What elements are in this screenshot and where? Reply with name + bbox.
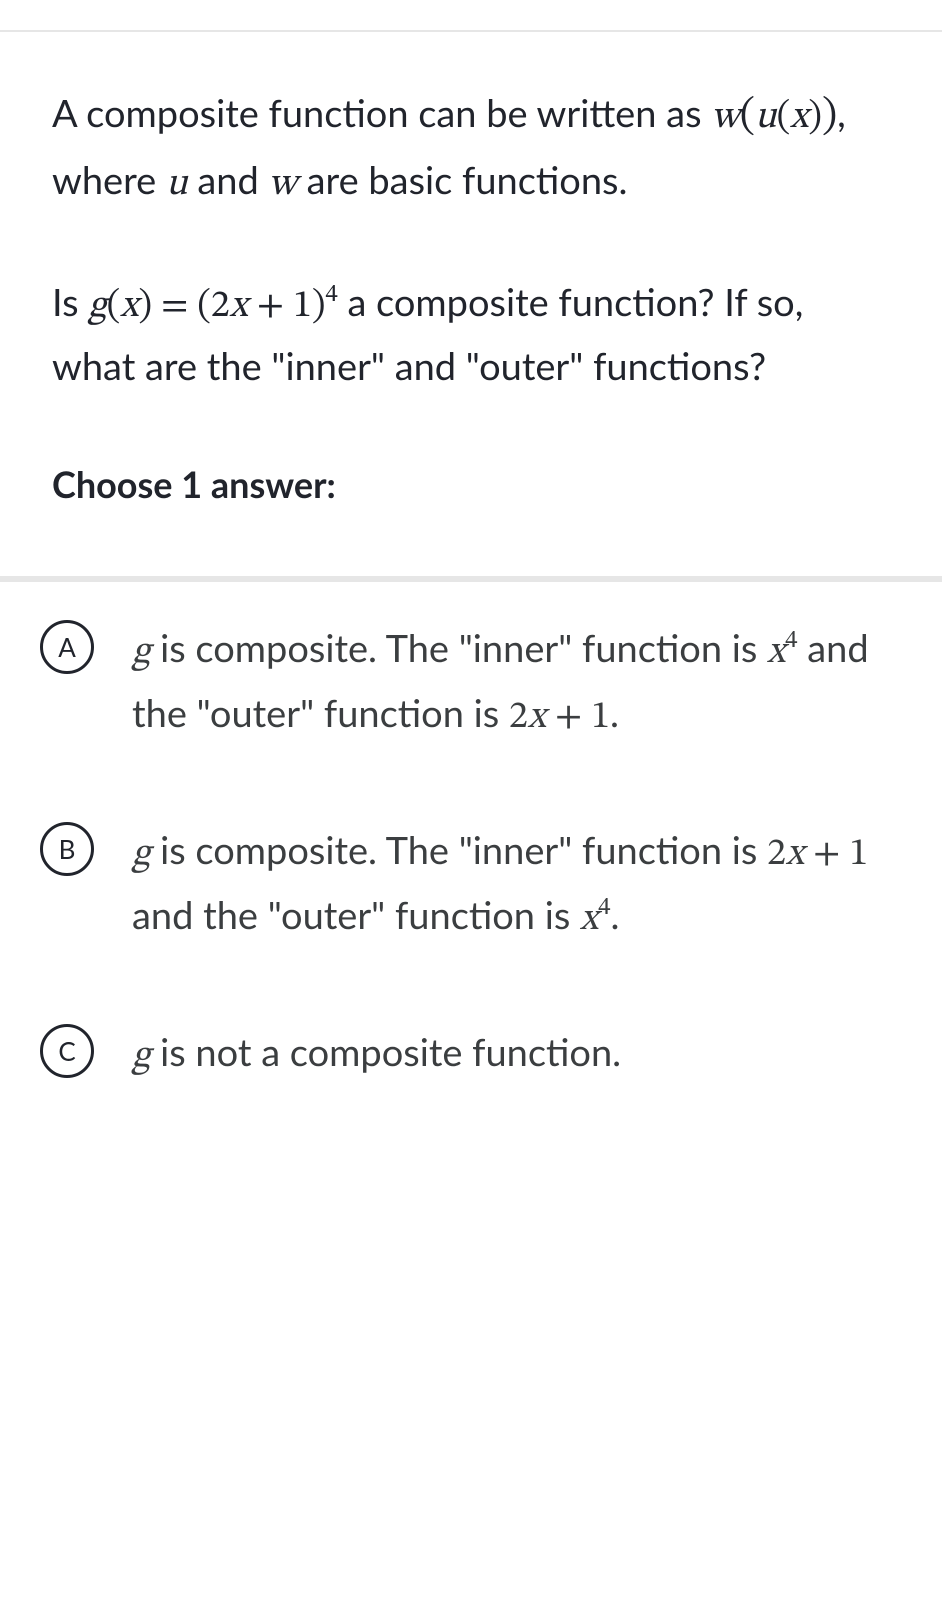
a-1: 1 <box>591 699 610 737</box>
a-g: g <box>132 634 150 672</box>
a-2: 2 <box>509 699 528 737</box>
a-exp: 4 <box>785 628 797 653</box>
b-x2: x <box>580 901 598 939</box>
b-x: x <box>786 836 804 874</box>
q-close2: ) <box>312 288 326 326</box>
b-plus: + <box>804 836 849 874</box>
math-w: w <box>711 99 739 137</box>
q-1: 1 <box>293 288 312 326</box>
radio-a[interactable]: A <box>40 620 94 674</box>
math-paren-open2: ( <box>777 99 791 137</box>
answer-option-c[interactable]: C g is not a composite function. <box>0 986 942 1123</box>
b-g: g <box>132 836 150 874</box>
q-open: ( <box>107 288 121 326</box>
a-t2: is composite. The "inner" function is <box>150 625 767 671</box>
q-text-1: Is <box>52 279 88 325</box>
b-1: 1 <box>849 836 868 874</box>
a-t6: . <box>610 690 619 736</box>
math-paren-open: ( <box>740 96 755 138</box>
prompt-text-3: and <box>188 157 269 203</box>
radio-c[interactable]: C <box>40 1024 94 1078</box>
c-g: g <box>132 1038 150 1076</box>
b-exp: 4 <box>598 895 610 920</box>
answer-a-text: g is composite. The "inner" function is … <box>132 618 902 748</box>
a-x2: x <box>528 699 546 737</box>
answer-c-text: g is not a composite function. <box>132 1022 902 1087</box>
prompt-text-1: A composite function can be written as <box>52 90 711 136</box>
choose-answer-label: Choose 1 answer: <box>52 462 890 506</box>
b-t4: and the "outer" function is <box>132 892 580 938</box>
b-t6: . <box>610 892 619 938</box>
answers-list: A g is composite. The "inner" function i… <box>0 582 942 1123</box>
q-eq: = <box>152 288 197 326</box>
answer-option-a[interactable]: A g is composite. The "inner" function i… <box>0 582 942 784</box>
q-x: x <box>120 288 138 326</box>
question-paragraph: Is g(x) = (2x + 1)4 a composite function… <box>52 273 890 396</box>
q-open2: ( <box>197 288 211 326</box>
radio-c-letter: C <box>58 1035 75 1067</box>
q-xvar: x <box>230 288 248 326</box>
answer-option-b[interactable]: B g is composite. The "inner" function i… <box>0 784 942 986</box>
math-u: u <box>755 99 777 137</box>
math-u2: u <box>166 166 188 204</box>
math-x: x <box>790 99 808 137</box>
math-w2: w <box>268 166 296 204</box>
radio-a-letter: A <box>58 631 76 663</box>
a-x: x <box>767 634 785 672</box>
a-plus: + <box>546 699 591 737</box>
q-exp: 4 <box>325 282 337 307</box>
question-content: A composite function can be written as w… <box>0 32 942 576</box>
math-paren-close: ) <box>822 96 837 138</box>
q-g: g <box>88 288 106 326</box>
radio-b-letter: B <box>59 833 76 865</box>
prompt-paragraph: A composite function can be written as w… <box>52 84 890 215</box>
radio-b[interactable]: B <box>40 822 94 876</box>
prompt-text-4: are basic functions. <box>297 157 628 203</box>
c-t2: is not a composite function. <box>150 1029 621 1075</box>
b-t2: is composite. The "inner" function is <box>150 827 767 873</box>
math-paren-close2: ) <box>808 99 822 137</box>
q-2: 2 <box>211 288 230 326</box>
q-plus: + <box>248 288 293 326</box>
q-close: ) <box>138 288 152 326</box>
b-2: 2 <box>767 836 786 874</box>
answer-b-text: g is composite. The "inner" function is … <box>132 820 902 950</box>
